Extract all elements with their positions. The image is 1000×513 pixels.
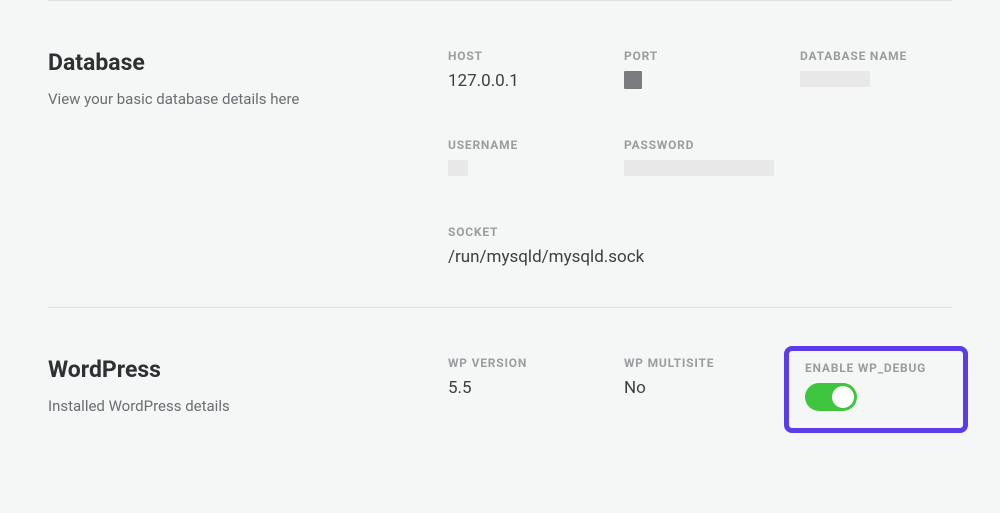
wp-debug-toggle[interactable] [805,383,857,411]
socket-value: /run/mysqld/mysqld.sock [448,247,952,267]
port-label: PORT [624,49,776,63]
wp-version-value: 5.5 [448,378,600,398]
host-field: HOST 127.0.0.1 [448,49,600,94]
database-fields: HOST 127.0.0.1 PORT DATABASE NAME USERNA… [448,49,952,267]
wp-debug-label: ENABLE WP_DEBUG [805,361,947,375]
wp-multisite-label: WP MULTISITE [624,356,776,370]
wordpress-section-header: WordPress Installed WordPress details [48,356,448,421]
username-value [448,160,600,181]
wordpress-section: WordPress Installed WordPress details WP… [0,308,1000,461]
database-section: Database View your basic database detail… [0,1,1000,307]
database-title: Database [48,49,448,76]
wp-multisite-value: No [624,378,776,398]
host-label: HOST [448,49,600,63]
username-field: USERNAME [448,138,600,181]
wp-multisite-field: WP MULTISITE No [624,356,776,421]
database-section-header: Database View your basic database detail… [48,49,448,267]
wordpress-fields: WP VERSION 5.5 WP MULTISITE No ENABLE WP… [448,356,952,421]
wp-version-field: WP VERSION 5.5 [448,356,600,421]
host-value: 127.0.0.1 [448,71,600,91]
socket-label: SOCKET [448,225,952,239]
wordpress-title: WordPress [48,356,448,383]
database-name-field: DATABASE NAME [800,49,952,94]
password-field: PASSWORD [624,138,776,181]
wp-version-label: WP VERSION [448,356,600,370]
wp-debug-highlight: ENABLE WP_DEBUG [784,346,968,433]
wordpress-description: Installed WordPress details [48,397,448,415]
database-name-label: DATABASE NAME [800,49,952,63]
database-name-value [800,71,952,92]
username-label: USERNAME [448,138,600,152]
wp-debug-value [805,383,947,416]
database-description: View your basic database details here [48,90,448,108]
password-value [624,160,776,181]
password-label: PASSWORD [624,138,776,152]
port-field: PORT [624,49,776,94]
toggle-knob-icon [832,386,854,408]
socket-field: SOCKET /run/mysqld/mysqld.sock [448,225,952,267]
wp-debug-field: ENABLE WP_DEBUG [800,356,952,421]
port-value [624,71,776,94]
